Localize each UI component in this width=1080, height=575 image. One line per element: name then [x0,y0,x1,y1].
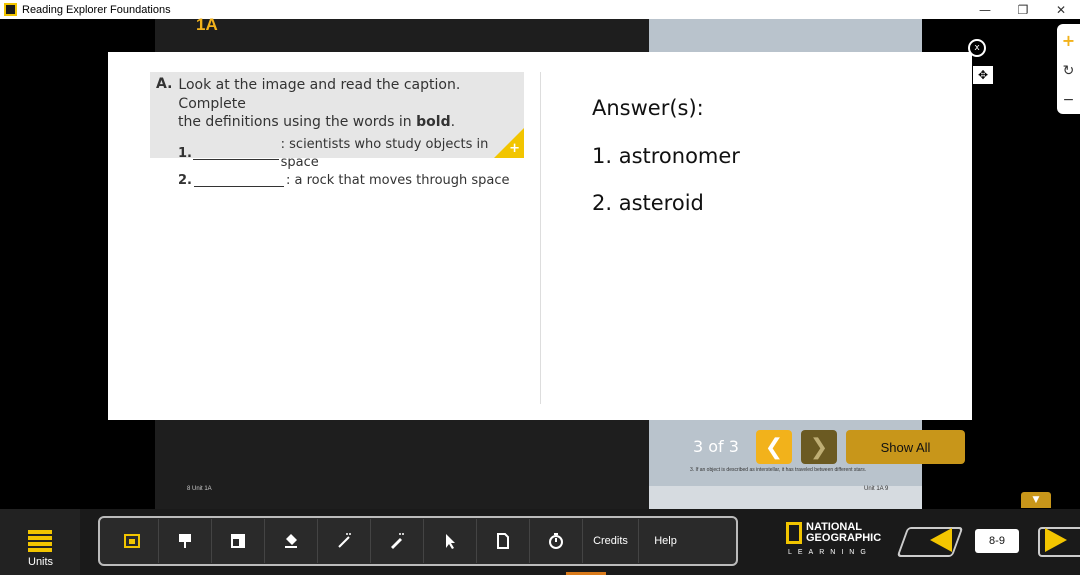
pointer-icon [446,534,455,549]
eraser-icon [285,534,297,548]
national-geographic-logo: NATIONAL GEOGRAPHIC [786,522,881,544]
question-item-number: 2. [178,173,192,188]
plus-icon[interactable]: + [509,141,520,156]
minimize-button[interactable]: — [966,0,1004,19]
question-line-2: the definitions using the words in bold. [156,114,518,130]
units-label: Units [28,556,54,568]
reset-view-icon[interactable]: ↻ [1063,63,1075,79]
layout-icon [231,534,245,548]
layout-button[interactable] [212,519,265,563]
page-number-input[interactable]: 8-9 [975,529,1019,553]
unit-tag: 1A [196,15,218,34]
presentation-icon [179,534,191,548]
show-all-button[interactable]: Show All [846,430,965,464]
right-page-footer: Unit 1A 9 [864,486,889,492]
question-item: 2. : a rock that moves through space [178,172,518,190]
timer-button[interactable] [530,519,583,563]
units-button[interactable]: Units [0,509,80,575]
question-item: 1. : scientists who study objects in spa… [178,136,518,172]
pen-button[interactable] [318,519,371,563]
timer-icon [549,533,563,549]
pen-icon [338,533,351,548]
highlighter-button[interactable] [371,519,424,563]
brand-sub: LEARNING [788,549,872,556]
close-popup-icon[interactable]: x [968,39,986,57]
collapse-toolbar-button[interactable]: ▼ [1021,492,1051,508]
page-icon [497,533,509,549]
window-titlebar: Reading Explorer Foundations — ❐ ✕ [0,0,1080,19]
question-line-2-text: the definitions using the words in [178,114,417,130]
next-answer-button[interactable]: ❯ [801,430,837,464]
tool-toolbar: Credits Help [98,516,738,566]
help-button[interactable]: Help [639,519,692,563]
question-bold-word: bold [416,114,451,130]
prev-answer-button[interactable]: ❮ [756,430,792,464]
natgeo-border-icon [786,522,802,544]
answer-blank [194,175,284,187]
eraser-button[interactable] [265,519,318,563]
popup-divider [540,72,541,404]
question-item-definition: : a rock that moves through space [286,173,510,188]
restore-button[interactable]: ❐ [1004,0,1042,19]
credits-button[interactable]: Credits [583,519,639,563]
zoom-toolbar: + ↻ − [1057,24,1080,114]
page-note: 3. If an object is described as interste… [690,467,867,473]
answer-item: 1. astronomer [592,144,740,168]
page-counter: 3 of 3 [693,437,739,456]
answer-item: 2. asteroid [592,191,704,215]
close-window-button[interactable]: ✕ [1042,0,1080,19]
window-title: Reading Explorer Foundations [22,3,171,16]
window-controls: — ❐ ✕ [966,0,1080,19]
question-line-1: Look at the image and read the caption. … [178,77,461,112]
question-line-2-end: . [450,114,456,130]
answer-popup: A. Look at the image and read the captio… [108,52,972,420]
pointer-button[interactable] [424,519,477,563]
question-item-definition: : scientists who study objects in space [280,137,489,170]
answer-title: Answer(s): [592,96,704,120]
brand-line-2: GEOGRAPHIC [806,532,882,544]
prev-page-button[interactable] [930,528,952,552]
zoom-out-icon[interactable]: − [1063,92,1075,108]
left-page-footer: 8 Unit 1A [187,486,212,492]
units-icon [28,530,52,552]
presentation-button[interactable] [159,519,212,563]
question-box: A. Look at the image and read the captio… [150,72,524,188]
question-item-number: 1. [178,146,192,161]
question-letter: A. [156,76,173,92]
zoom-in-icon[interactable]: + [1062,31,1075,50]
app-icon [4,3,17,16]
highlighter-icon [391,533,404,549]
book-view-icon [124,534,140,548]
book-view-button[interactable] [106,519,159,563]
page-button[interactable] [477,519,530,563]
next-page-button[interactable] [1045,528,1067,552]
question-items: 1. : scientists who study objects in spa… [156,136,518,190]
move-icon[interactable]: ✥ [973,66,993,84]
answer-blank [193,148,279,160]
